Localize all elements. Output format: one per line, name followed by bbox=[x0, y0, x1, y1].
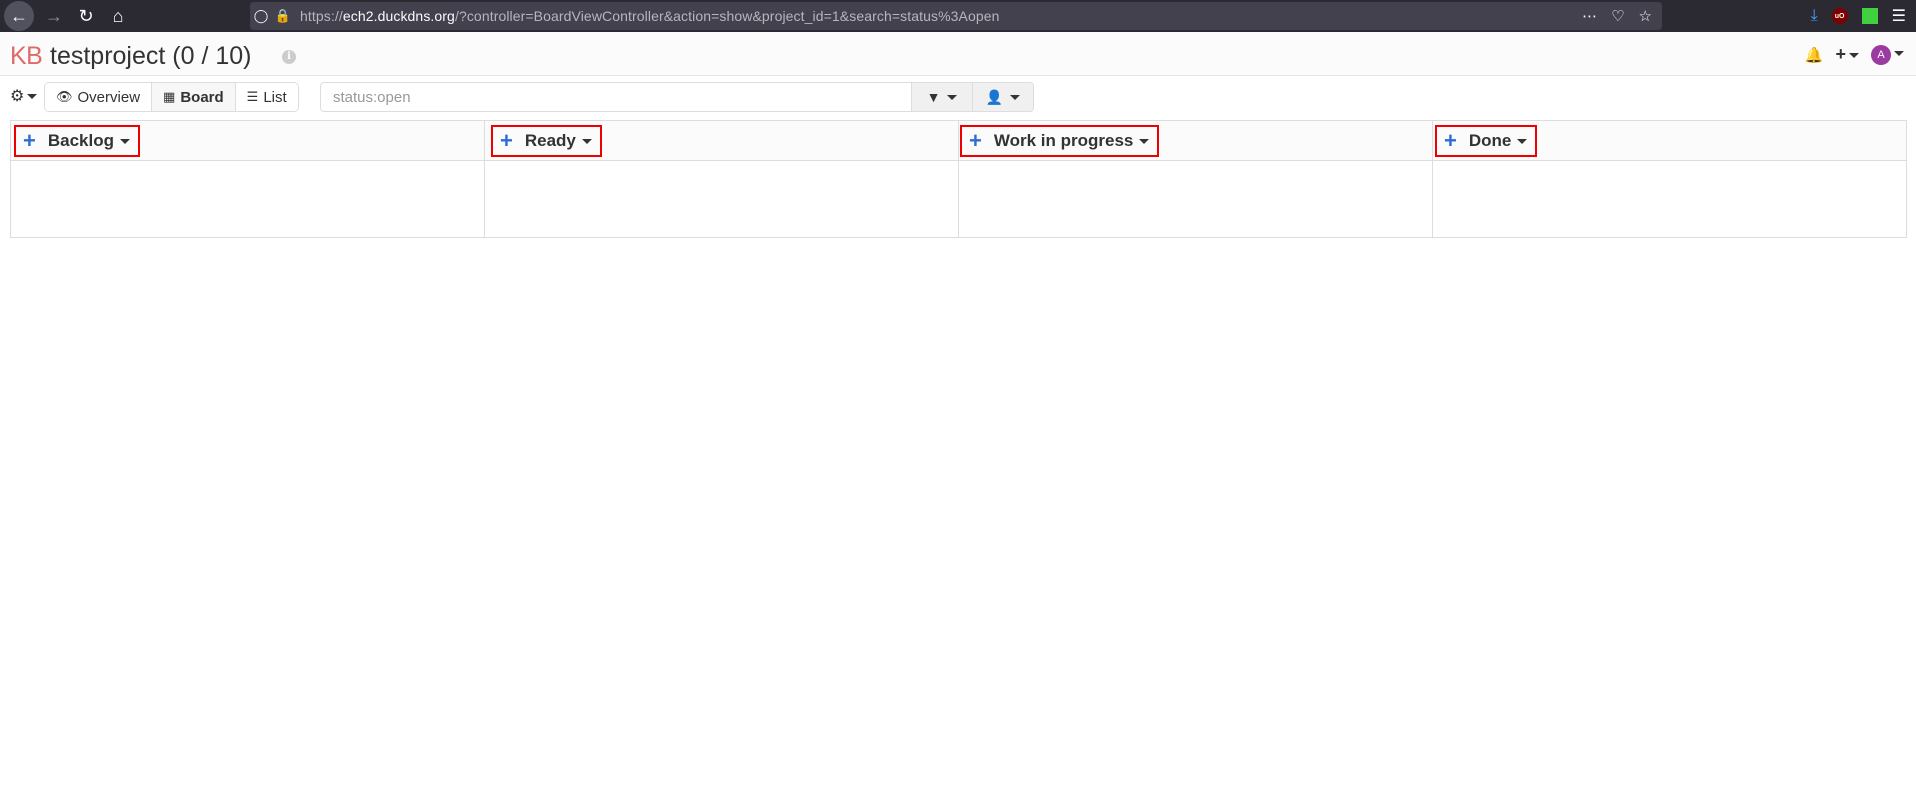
tab-board-label: Board bbox=[180, 88, 224, 106]
filter-icon: ▼ bbox=[926, 89, 941, 105]
tab-board[interactable]: ▦ Board bbox=[152, 83, 236, 111]
column-title-ready[interactable]: + Ready bbox=[491, 125, 602, 157]
board-column-ready: + Ready bbox=[485, 121, 959, 237]
project-toolbar: ⚙ 👁 Overview ▦ Board ☰ List ▼ 👤 bbox=[0, 82, 1916, 112]
chevron-down-icon bbox=[1139, 138, 1150, 144]
url-path: /?controller=BoardViewController&action=… bbox=[454, 8, 1000, 24]
forward-button[interactable]: → bbox=[38, 0, 70, 32]
ublock-icon[interactable]: uO bbox=[1831, 8, 1848, 24]
column-body[interactable] bbox=[1433, 161, 1906, 237]
menu-icon[interactable]: ☰ bbox=[1892, 6, 1906, 26]
search-input[interactable] bbox=[321, 83, 911, 111]
url-prefix: https:// bbox=[300, 8, 343, 24]
grid-icon: ▦ bbox=[163, 89, 176, 104]
eye-icon: 👁 bbox=[56, 89, 73, 104]
column-title-label: Ready bbox=[524, 131, 576, 150]
view-switcher: 👁 Overview ▦ Board ☰ List bbox=[44, 82, 299, 112]
page-title: testproject (0 / 10) bbox=[50, 42, 252, 70]
page-actions-icon[interactable]: ⋯ bbox=[1582, 7, 1597, 25]
info-icon[interactable]: i bbox=[282, 50, 296, 64]
chevron-down-icon bbox=[1849, 52, 1859, 58]
app-header: KB testproject (0 / 10) i 🔔 + A bbox=[0, 32, 1916, 76]
url-text[interactable]: https://ech2.duckdns.org/?controller=Boa… bbox=[300, 8, 999, 24]
bookmark-star-icon[interactable]: ☆ bbox=[1639, 7, 1652, 25]
column-title-work-in-progress[interactable]: + Work in progress bbox=[960, 125, 1160, 157]
avatar: A bbox=[1871, 44, 1891, 65]
add-task-icon[interactable]: + bbox=[500, 130, 513, 152]
board-column-done: + Done bbox=[1433, 121, 1906, 237]
pocket-icon[interactable]: ♡ bbox=[1611, 7, 1624, 25]
column-title-done[interactable]: + Done bbox=[1435, 125, 1538, 157]
kanboard-logo[interactable]: KB bbox=[10, 42, 43, 71]
column-title-label: Work in progress bbox=[993, 131, 1134, 150]
column-header: + Backlog bbox=[11, 121, 484, 161]
column-header: + Work in progress bbox=[959, 121, 1432, 161]
board-column-work-in-progress: + Work in progress bbox=[959, 121, 1433, 237]
column-title-label: Done bbox=[1468, 131, 1512, 150]
tab-list[interactable]: ☰ List bbox=[235, 83, 298, 111]
user-menu-button[interactable]: A bbox=[1871, 44, 1904, 65]
download-icon[interactable]: ⤓ bbox=[1811, 7, 1818, 25]
board-column-backlog: + Backlog bbox=[11, 121, 485, 237]
address-bar[interactable]: ◯ 🔒 https://ech2.duckdns.org/?controller… bbox=[250, 2, 1662, 30]
extension-icon[interactable] bbox=[1861, 8, 1878, 24]
browser-toolbar: ← → ↻ ⌂ ◯ 🔒 https://ech2.duckdns.org/?co… bbox=[0, 0, 1916, 32]
add-task-icon[interactable]: + bbox=[23, 130, 36, 152]
create-menu-button[interactable]: + bbox=[1835, 44, 1859, 65]
list-icon: ☰ bbox=[246, 89, 259, 104]
filter-dropdown-button[interactable]: ▼ bbox=[911, 83, 972, 111]
chevron-down-icon bbox=[120, 138, 130, 144]
chevron-down-icon bbox=[1894, 50, 1904, 56]
column-header: + Done bbox=[1433, 121, 1906, 161]
lock-icon[interactable]: 🔒 bbox=[272, 8, 294, 24]
back-button[interactable]: ← bbox=[4, 1, 34, 31]
column-title-label: Backlog bbox=[47, 131, 114, 150]
search-bar: ▼ 👤 bbox=[320, 82, 1034, 112]
column-body[interactable] bbox=[485, 161, 958, 237]
kanban-board: + Backlog + Ready + Work in progress + D… bbox=[10, 120, 1907, 238]
reload-button[interactable]: ↻ bbox=[70, 0, 102, 32]
column-body[interactable] bbox=[959, 161, 1432, 237]
add-task-icon[interactable]: + bbox=[969, 130, 982, 152]
column-title-backlog[interactable]: + Backlog bbox=[14, 125, 140, 157]
chevron-down-icon bbox=[581, 138, 592, 144]
chevron-down-icon bbox=[1010, 94, 1021, 100]
tab-overview[interactable]: 👁 Overview bbox=[45, 83, 153, 111]
tab-overview-label: Overview bbox=[77, 88, 141, 106]
chevron-down-icon bbox=[947, 94, 958, 100]
project-settings-button[interactable]: ⚙ bbox=[10, 86, 38, 106]
add-task-icon[interactable]: + bbox=[1444, 130, 1457, 152]
shield-icon[interactable]: ◯ bbox=[250, 8, 272, 24]
user-icon: 👤 bbox=[985, 88, 1004, 105]
column-body[interactable] bbox=[11, 161, 484, 237]
column-header: + Ready bbox=[485, 121, 958, 161]
notification-bell-icon[interactable]: 🔔 bbox=[1805, 46, 1824, 64]
chevron-down-icon bbox=[1517, 138, 1528, 144]
url-host: ech2.duckdns.org bbox=[342, 8, 455, 24]
home-button[interactable]: ⌂ bbox=[102, 0, 134, 32]
chevron-down-icon bbox=[27, 94, 38, 100]
user-filter-dropdown-button[interactable]: 👤 bbox=[972, 83, 1033, 111]
tab-list-label: List bbox=[263, 88, 287, 106]
